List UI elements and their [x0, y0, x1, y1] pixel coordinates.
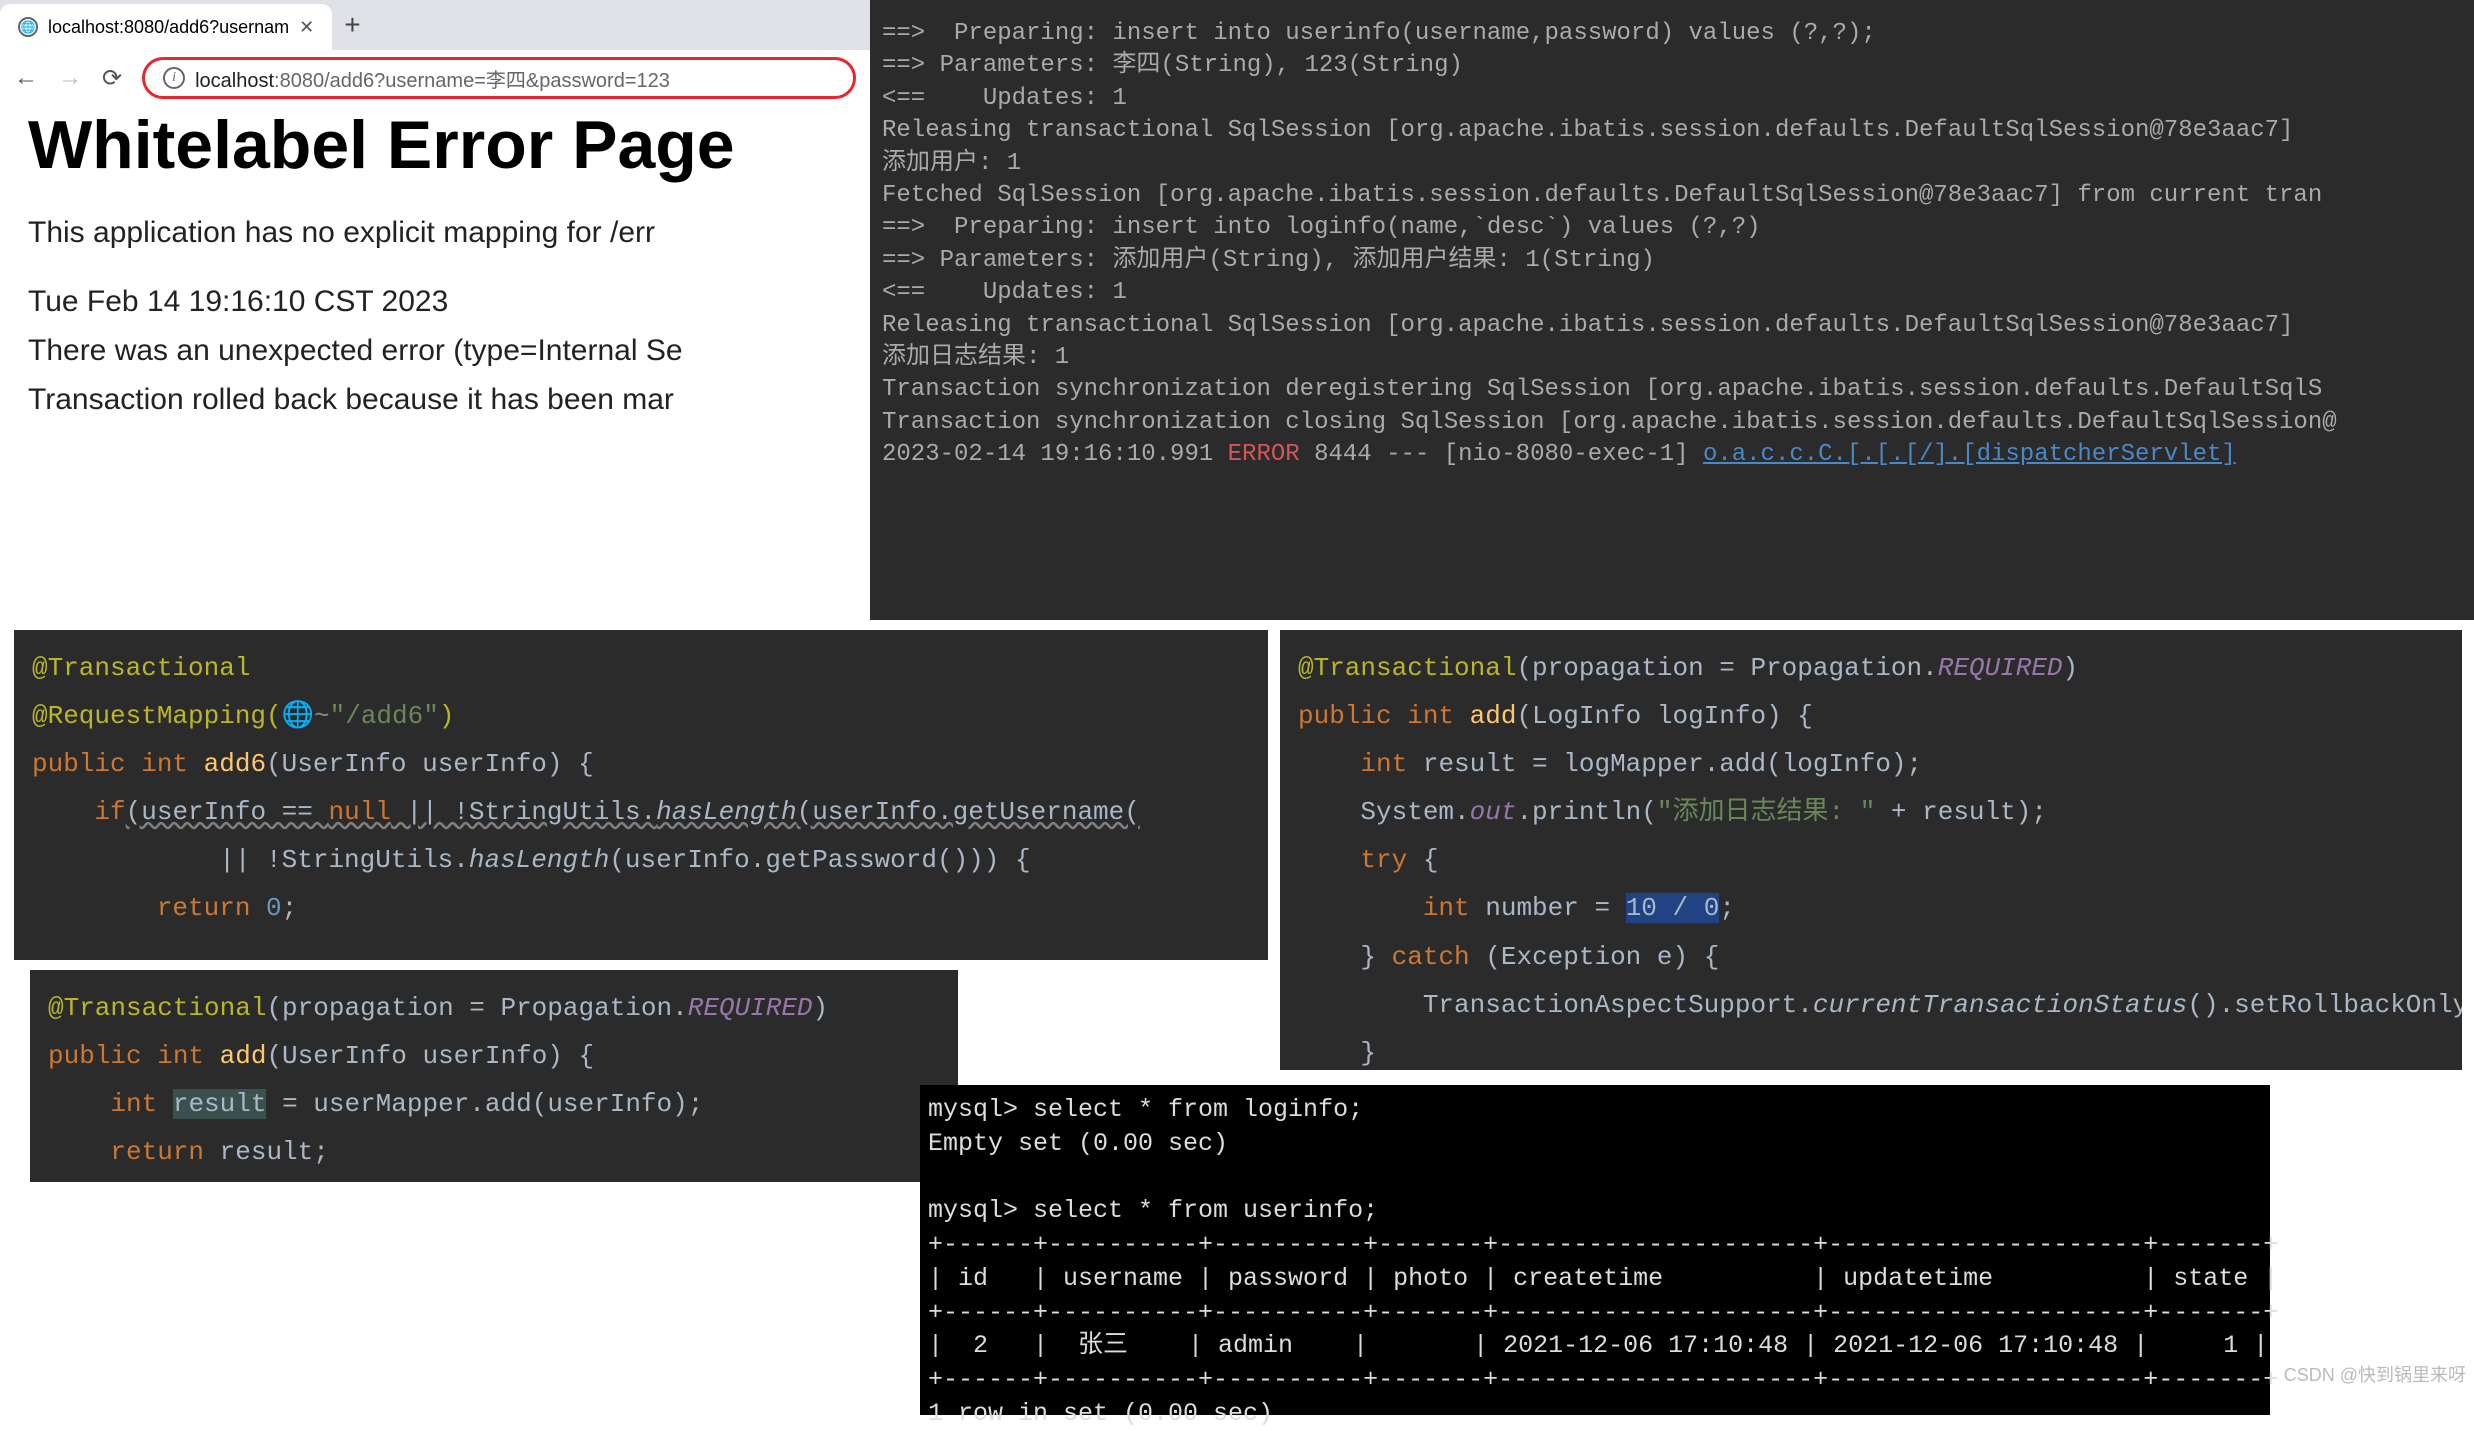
code-editor-userservice[interactable]: @Transactional(propagation = Propagation…: [30, 970, 958, 1182]
code-editor-logservice[interactable]: @Transactional(propagation = Propagation…: [1280, 630, 2462, 1070]
reload-icon[interactable]: ⟳: [102, 64, 122, 93]
globe-icon: 🌐: [18, 17, 38, 37]
forward-icon[interactable]: →: [58, 64, 82, 92]
error-type: There was an unexpected error (type=Inte…: [28, 328, 735, 373]
close-icon[interactable]: ✕: [299, 17, 314, 38]
error-message: Transaction rolled back because it has b…: [28, 377, 735, 422]
url-text: localhost:8080/add6?username=李四&password…: [195, 64, 670, 93]
browser-tab[interactable]: 🌐 localhost:8080/add6?usernam ✕: [0, 4, 332, 50]
code-editor-controller[interactable]: @Transactional @RequestMapping(🌐~"/add6"…: [14, 630, 1268, 960]
watermark: CSDN @快到锅里来呀: [2284, 1361, 2466, 1387]
mysql-terminal[interactable]: mysql> select * from loginfo; Empty set …: [920, 1085, 2270, 1415]
address-bar[interactable]: i localhost:8080/add6?username=李四&passwo…: [142, 57, 856, 99]
error-description: This application has no explicit mapping…: [28, 210, 735, 255]
tab-strip: 🌐 localhost:8080/add6?usernam ✕ +: [0, 0, 870, 50]
nav-bar: ← → ⟳ i localhost:8080/add6?username=李四&…: [0, 50, 870, 106]
error-timestamp: Tue Feb 14 19:16:10 CST 2023: [28, 279, 735, 324]
site-info-icon[interactable]: i: [163, 67, 185, 89]
tab-title: localhost:8080/add6?usernam: [48, 17, 289, 38]
back-icon[interactable]: ←: [14, 64, 38, 92]
page-title: Whitelabel Error Page: [28, 106, 735, 184]
console-log[interactable]: ==> Preparing: insert into userinfo(user…: [870, 0, 2474, 620]
browser-window: 🌐 localhost:8080/add6?usernam ✕ + ← → ⟳ …: [0, 0, 870, 106]
error-page: Whitelabel Error Page This application h…: [28, 106, 735, 426]
new-tab-button[interactable]: +: [344, 9, 360, 41]
